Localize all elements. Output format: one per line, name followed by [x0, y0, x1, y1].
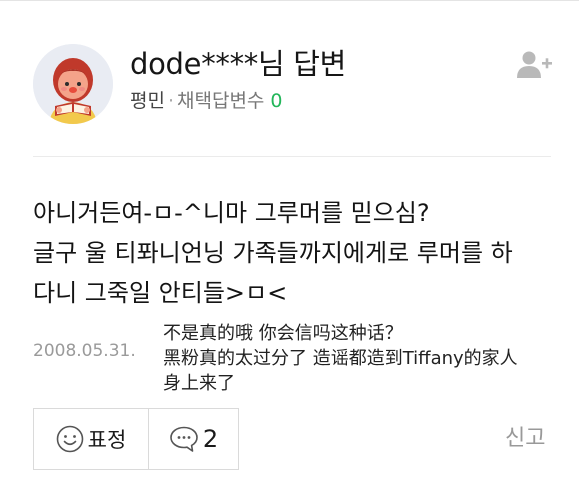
report-link[interactable]: 신고	[505, 424, 545, 454]
answer-body: 아니거든여-ㅁ-^니마 그루머를 믿으심? 글구 울 티퐈니언닝 가족들까지에게…	[33, 193, 553, 313]
comment-count: 2	[202, 425, 219, 453]
emote-label: 표정	[87, 428, 127, 452]
add-person-icon	[517, 51, 552, 78]
avatar[interactable]	[33, 44, 113, 124]
caption-line: 身上来了	[163, 373, 235, 394]
user-rank: 평민	[130, 90, 165, 112]
answer-line: 다니 그죽일 안티들>ㅁ<	[33, 279, 288, 307]
reading-character-icon	[33, 44, 113, 124]
caption-line: 黑粉真的太过分了 造谣都造到Tiffany的家人	[163, 348, 518, 369]
adopted-answers-count: 0	[270, 90, 283, 112]
answer-date: 2008.05.31.	[33, 341, 136, 361]
username-heading[interactable]: dode****님 답변	[130, 45, 346, 83]
header-divider	[33, 156, 551, 157]
translation-caption: 不是真的哦 你会信吗这种话？ 黑粉真的太过分了 造谣都造到Tiffany的家人 …	[163, 321, 573, 396]
top-border	[0, 0, 579, 7]
comment-button[interactable]: 2	[148, 408, 239, 470]
profile-meta: 평민 · 채택답변수 0	[130, 88, 283, 114]
meta-separator: ·	[167, 90, 175, 112]
smiley-icon	[56, 425, 83, 453]
caption-line: 不是真的哦 你会信吗这种话？	[163, 323, 403, 344]
speech-bubble-icon	[170, 426, 198, 452]
adopted-answers-label: 채택답변수	[177, 90, 265, 112]
answer-line: 아니거든여-ㅁ-^니마 그루머를 믿으심?	[33, 199, 430, 227]
answer-line: 글구 울 티퐈니언닝 가족들까지에게로 루머를 하	[33, 239, 513, 267]
add-friend-button[interactable]	[516, 50, 554, 80]
emote-button[interactable]: 표정	[33, 408, 149, 470]
